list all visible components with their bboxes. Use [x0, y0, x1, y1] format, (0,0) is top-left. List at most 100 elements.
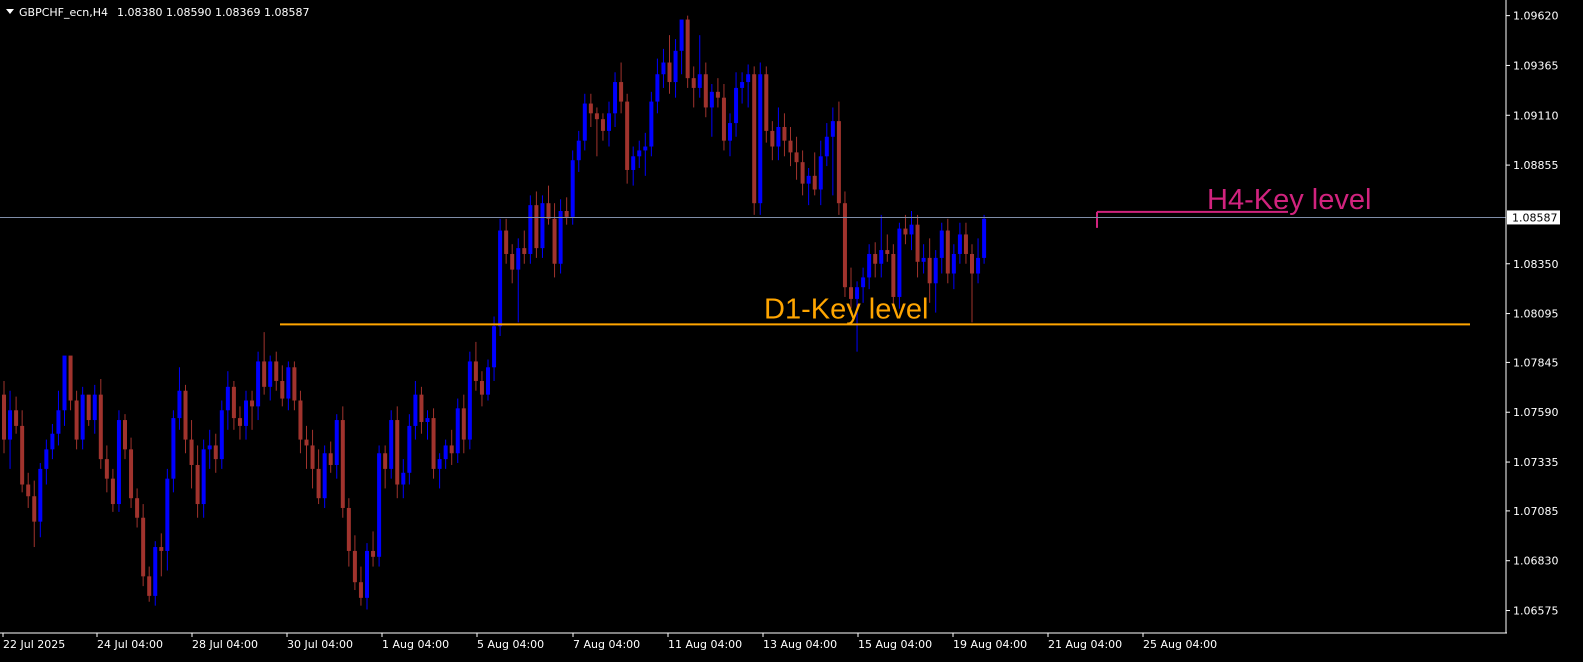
candle-body	[262, 361, 267, 387]
candle-body	[141, 517, 146, 577]
candle-body	[165, 478, 170, 551]
candle-body	[927, 257, 932, 284]
candle-body	[104, 459, 109, 479]
candle-body	[600, 119, 605, 131]
candle-body	[395, 420, 400, 485]
candle-body	[951, 253, 956, 274]
candle-body	[425, 418, 430, 422]
candle-body	[570, 160, 575, 217]
candle-body	[486, 367, 490, 395]
candle-body	[419, 394, 424, 422]
candle-body	[207, 445, 212, 450]
candle-body	[455, 408, 460, 454]
candle-body	[770, 130, 775, 147]
candle-body	[528, 205, 533, 254]
candle-body	[80, 394, 85, 440]
candle-body	[522, 248, 527, 254]
candle-body	[268, 361, 273, 387]
x-tick-label: 15 Aug 04:00	[858, 638, 932, 651]
candle-body	[431, 418, 436, 469]
price-tag-label: 1.08587	[1512, 211, 1558, 224]
y-tick-label: 1.07335	[1513, 456, 1559, 469]
y-tick-label: 1.07590	[1513, 406, 1559, 419]
candle-body	[909, 224, 914, 235]
candle-body	[316, 468, 321, 499]
y-tick-label: 1.06830	[1513, 555, 1559, 568]
candle-body	[649, 101, 654, 147]
candle-body	[195, 464, 200, 505]
candle-body	[588, 103, 593, 114]
candle-body	[479, 380, 484, 395]
candle-body	[377, 453, 382, 557]
y-tick-label: 1.09620	[1513, 10, 1559, 23]
candle-body	[413, 394, 418, 426]
candle-body	[129, 449, 134, 499]
x-tick-label: 28 Jul 04:00	[192, 638, 258, 651]
candle-body	[32, 496, 37, 522]
candle-body	[679, 19, 684, 51]
candle-body	[631, 156, 636, 170]
candle-body	[365, 550, 369, 598]
candle-body	[443, 445, 448, 460]
candle-body	[752, 74, 757, 204]
candle-body	[62, 355, 67, 411]
x-tick-label: 19 Aug 04:00	[953, 638, 1027, 651]
y-tick-label: 1.07845	[1513, 356, 1559, 369]
candle-body	[824, 136, 829, 157]
chart-header[interactable]: GBPCHF_ecn,H4 1.08380 1.08590 1.08369 1.…	[6, 6, 309, 19]
candle-body	[933, 257, 938, 284]
candle-body	[504, 230, 509, 254]
x-tick-label: 1 Aug 04:00	[382, 638, 449, 651]
candle-body	[304, 439, 309, 446]
candle-body	[945, 230, 950, 274]
candle-body	[237, 418, 242, 426]
candle-body	[540, 203, 545, 249]
candle-body	[976, 257, 981, 274]
candle-body	[637, 150, 642, 157]
candle-body	[68, 355, 73, 401]
candle-body	[879, 250, 884, 264]
candle-body	[371, 550, 376, 557]
candle-body	[861, 277, 866, 288]
candle-body	[516, 248, 521, 270]
y-tick-label: 1.09365	[1513, 59, 1559, 72]
candle-body	[274, 361, 279, 381]
candle-body	[219, 410, 224, 460]
candle-body	[764, 74, 769, 131]
candle-body	[159, 547, 164, 551]
candle-body	[449, 445, 454, 454]
candle-body	[183, 390, 188, 440]
candle-body	[56, 410, 61, 434]
candle-body	[147, 576, 152, 596]
d1-key-level-label: D1-Key level	[764, 293, 928, 325]
y-tick-label: 1.08855	[1513, 159, 1559, 172]
candle-body	[939, 230, 944, 258]
candle-body	[50, 433, 55, 450]
candle-body	[957, 234, 962, 254]
candle-body	[982, 218, 987, 258]
candle-body	[92, 394, 97, 421]
candle-body	[201, 449, 206, 505]
candle-body	[582, 103, 587, 141]
candle-body	[98, 394, 103, 460]
candle-body	[8, 410, 13, 440]
x-tick-label: 13 Aug 04:00	[763, 638, 837, 651]
candle-body	[20, 425, 25, 485]
candle-body	[244, 400, 248, 426]
candle-body	[401, 472, 406, 485]
y-tick-label: 1.07085	[1513, 505, 1559, 518]
candle-body	[14, 410, 19, 426]
candle-body	[897, 228, 902, 297]
candle-body	[467, 361, 472, 440]
candlestick-chart[interactable]: D1-Key level H4-Key level 1.09620 1.09365 1…	[0, 0, 1583, 662]
symbol-label: GBPCHF_ecn,H4	[19, 6, 108, 19]
candle-body	[812, 175, 817, 190]
y-tick-label: 1.08350	[1513, 258, 1559, 271]
candle-body	[280, 380, 285, 399]
candle-body	[510, 253, 515, 270]
candle-body	[38, 468, 43, 522]
candle-body	[225, 386, 230, 411]
candle-body	[310, 445, 315, 469]
candle-body	[177, 390, 182, 419]
candle-body	[818, 156, 823, 190]
